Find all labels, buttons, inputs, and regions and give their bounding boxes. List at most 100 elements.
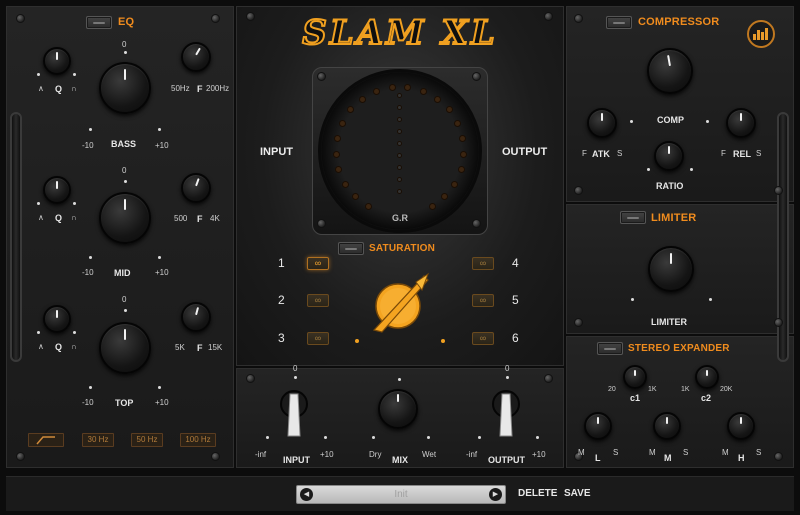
ratio-knob[interactable] bbox=[654, 141, 684, 171]
dot bbox=[37, 202, 40, 205]
output-gain-label: OUTPUT bbox=[488, 455, 525, 465]
dot bbox=[89, 256, 92, 259]
rel-fast-label: F bbox=[721, 149, 726, 158]
hp-100hz-button[interactable]: 100 Hz bbox=[180, 433, 216, 447]
left-rack-handle bbox=[10, 112, 22, 362]
gr-led bbox=[388, 83, 396, 91]
mid-width-max: S bbox=[683, 448, 689, 457]
screw bbox=[774, 318, 783, 327]
high-width-knob[interactable] bbox=[727, 412, 755, 440]
gr-center-led bbox=[397, 93, 402, 98]
screw bbox=[211, 452, 220, 461]
logo: SLAM XL bbox=[300, 10, 500, 54]
gr-led bbox=[351, 193, 359, 201]
rel-label: REL bbox=[733, 149, 751, 159]
dot bbox=[630, 120, 633, 123]
c2-min: 1K bbox=[681, 386, 690, 393]
dot bbox=[372, 436, 375, 439]
comp-threshold-knob[interactable] bbox=[640, 41, 700, 101]
sat-mode-2-button[interactable]: ∞ bbox=[307, 294, 329, 307]
release-knob[interactable] bbox=[726, 108, 756, 138]
stereo-expander-enable-toggle[interactable] bbox=[597, 342, 623, 355]
screw bbox=[16, 452, 25, 461]
next-preset-button[interactable]: ▶ bbox=[489, 488, 502, 501]
mid-freq-knob[interactable] bbox=[181, 173, 211, 203]
c2-crossover-knob[interactable] bbox=[695, 365, 719, 389]
mix-wet-label: Wet bbox=[422, 450, 437, 459]
preset-selector[interactable]: ◀ Init ▶ bbox=[296, 485, 506, 504]
c1-max: 1K bbox=[648, 386, 657, 393]
brand-logo-icon[interactable] bbox=[747, 20, 775, 48]
saturation-pointer-icon bbox=[372, 272, 430, 333]
q-narrow-icon: ∧ bbox=[38, 84, 44, 93]
mix-knob[interactable] bbox=[378, 389, 418, 429]
attack-knob[interactable] bbox=[587, 108, 617, 138]
q-narrow-icon: ∧ bbox=[38, 213, 44, 222]
gr-led bbox=[338, 119, 346, 127]
dot bbox=[37, 73, 40, 76]
gr-led bbox=[460, 150, 468, 158]
mid-band-label: MID bbox=[114, 268, 131, 278]
gr-led bbox=[332, 150, 340, 158]
mid-gain-knob[interactable] bbox=[92, 185, 158, 251]
sat-mode-5-button[interactable]: ∞ bbox=[472, 294, 494, 307]
highpass-filter-icon bbox=[36, 436, 55, 445]
preset-bar: ◀ Init ▶ DELETE SAVE bbox=[6, 476, 794, 511]
highpass-filter-toggle[interactable] bbox=[28, 433, 64, 447]
c2-label: c2 bbox=[701, 393, 712, 403]
top-gain-center: 0 bbox=[122, 295, 127, 304]
bass-q-label: Q bbox=[55, 84, 63, 94]
q-narrow-icon: ∧ bbox=[38, 342, 44, 351]
logo-text: SLAM XL bbox=[302, 13, 498, 53]
c1-crossover-knob[interactable] bbox=[623, 365, 647, 389]
dot bbox=[158, 128, 161, 131]
atk-label: ATK bbox=[592, 149, 610, 159]
saturation-drive-knob[interactable] bbox=[368, 272, 436, 336]
gr-led bbox=[419, 87, 427, 95]
mid-q-knob[interactable] bbox=[43, 176, 71, 204]
compressor-enable-toggle[interactable] bbox=[606, 16, 632, 29]
sat-mode-1-number: 1 bbox=[278, 256, 285, 270]
c2-max: 20K bbox=[720, 386, 733, 393]
input-gain-knob[interactable] bbox=[280, 388, 308, 438]
bass-q-knob[interactable] bbox=[43, 47, 71, 75]
input-gain-min: -inf bbox=[255, 450, 267, 459]
top-gain-knob[interactable] bbox=[92, 315, 158, 381]
dot bbox=[124, 51, 127, 54]
mid-width-knob[interactable] bbox=[653, 412, 681, 440]
dot bbox=[124, 309, 127, 312]
gr-led bbox=[457, 166, 465, 174]
q-wide-icon: ∩ bbox=[71, 84, 77, 93]
gr-led bbox=[333, 134, 341, 142]
bass-gain-min: -10 bbox=[82, 141, 94, 150]
saturation-enable-toggle[interactable] bbox=[338, 242, 364, 255]
top-freq-knob[interactable] bbox=[181, 302, 211, 332]
limiter-knob[interactable] bbox=[641, 239, 701, 299]
sat-mode-1-button[interactable]: ∞ bbox=[307, 257, 329, 270]
delete-preset-button[interactable]: DELETE bbox=[518, 488, 557, 499]
gr-led bbox=[335, 166, 343, 174]
low-width-knob[interactable] bbox=[584, 412, 612, 440]
dot bbox=[73, 73, 76, 76]
top-q-knob[interactable] bbox=[43, 305, 71, 333]
high-width-label: H bbox=[738, 453, 745, 463]
mix-dry-label: Dry bbox=[369, 450, 382, 459]
bass-gain-knob[interactable] bbox=[92, 55, 158, 121]
hp-30hz-button[interactable]: 30 Hz bbox=[82, 433, 114, 447]
input-label: INPUT bbox=[260, 146, 293, 158]
gr-center-led bbox=[397, 117, 402, 122]
sat-mode-3-button[interactable]: ∞ bbox=[307, 332, 329, 345]
output-gain-knob[interactable] bbox=[492, 388, 520, 438]
limiter-enable-toggle[interactable] bbox=[620, 211, 646, 224]
screw bbox=[774, 186, 783, 195]
meter-leds bbox=[312, 67, 488, 235]
c1-min: 20 bbox=[608, 386, 616, 393]
sat-mode-6-button[interactable]: ∞ bbox=[472, 332, 494, 345]
save-preset-button[interactable]: SAVE bbox=[564, 488, 591, 499]
bass-freq-knob[interactable] bbox=[181, 42, 211, 72]
eq-enable-toggle[interactable] bbox=[86, 16, 112, 29]
gr-led bbox=[404, 83, 412, 91]
sat-mode-4-button[interactable]: ∞ bbox=[472, 257, 494, 270]
ratio-label: RATIO bbox=[656, 181, 684, 191]
hp-50hz-button[interactable]: 50 Hz bbox=[131, 433, 163, 447]
